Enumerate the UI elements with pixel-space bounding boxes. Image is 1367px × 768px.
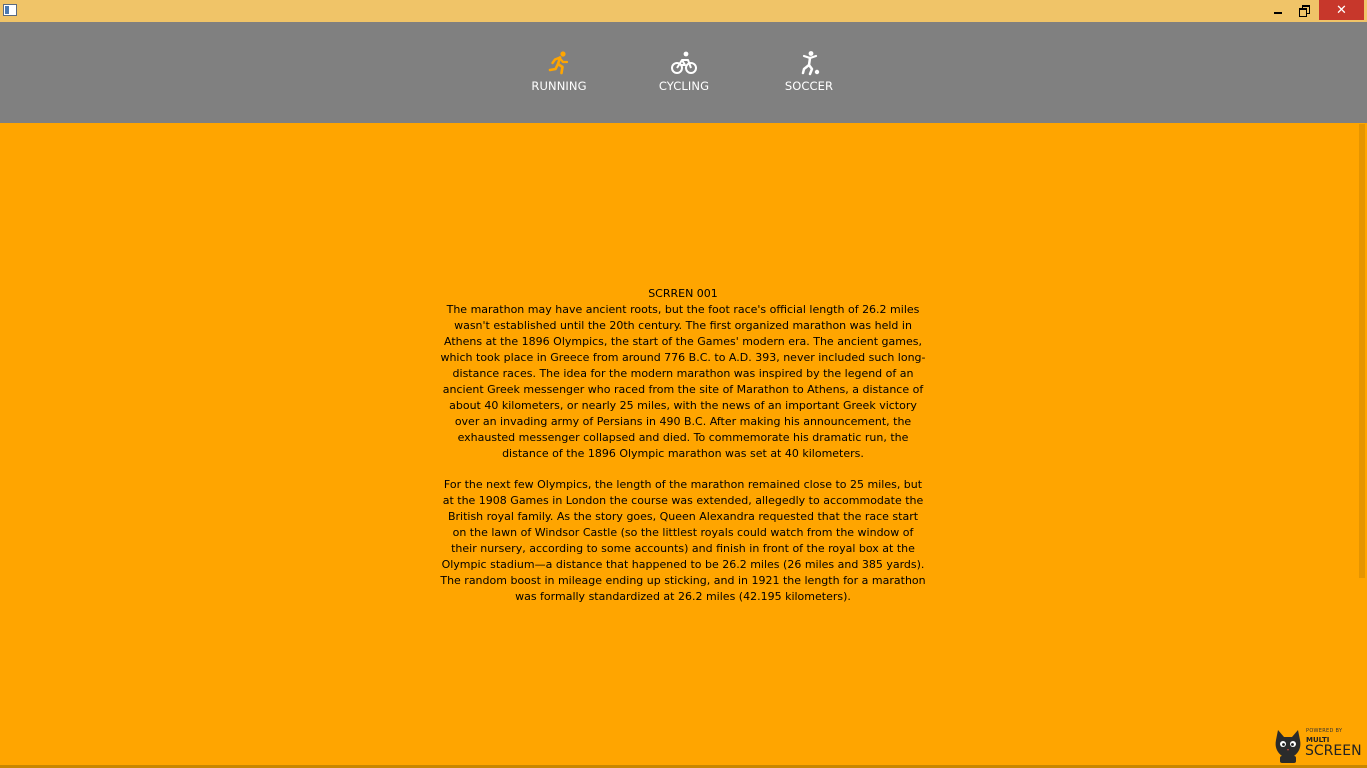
- minimize-button[interactable]: [1265, 0, 1291, 20]
- cat-mascot-icon: [1275, 730, 1301, 763]
- sports-nav-bar: RUNNING CYCLING SOCCER: [0, 22, 1367, 123]
- logo-screen: SCREEN: [1305, 743, 1362, 759]
- window-title-bar: ✕: [0, 0, 1367, 22]
- restore-button[interactable]: [1291, 0, 1317, 20]
- content-paragraph: The marathon may have ancient roots, but…: [440, 303, 926, 460]
- logo-powered-by: POWERED BY: [1306, 728, 1343, 734]
- content-area: SCRREN 001 The marathon may have ancient…: [440, 286, 926, 605]
- nav-item-running[interactable]: RUNNING: [504, 50, 614, 93]
- soccer-icon: [801, 51, 820, 76]
- nav-label-cycling: CYCLING: [658, 79, 710, 93]
- restore-icon: [1299, 5, 1310, 17]
- cycling-icon: [671, 51, 697, 74]
- nav-label-soccer: SOCCER: [784, 79, 834, 93]
- app-icon: [3, 4, 17, 16]
- running-icon: [548, 51, 569, 75]
- vertical-scrollbar[interactable]: [1359, 124, 1365, 578]
- close-icon: ✕: [1336, 2, 1347, 18]
- minimize-icon: [1274, 12, 1282, 14]
- screen-heading: SCRREN 001: [648, 287, 718, 300]
- nav-item-cycling[interactable]: CYCLING: [629, 50, 739, 93]
- nav-item-soccer[interactable]: SOCCER: [754, 50, 864, 93]
- close-button[interactable]: ✕: [1319, 0, 1364, 20]
- powered-by-logo: POWERED BY MULTI SCREEN: [1272, 726, 1364, 764]
- content-paragraph: For the next few Olympics, the length of…: [440, 478, 926, 603]
- nav-label-running: RUNNING: [531, 79, 587, 93]
